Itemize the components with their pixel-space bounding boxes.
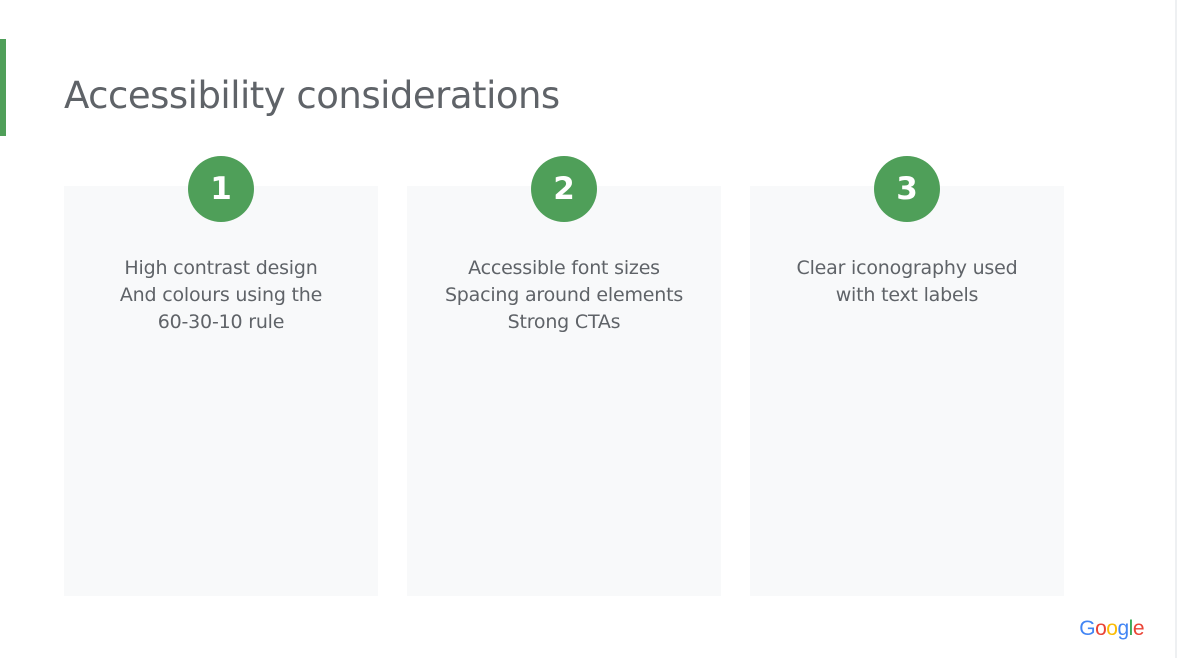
logo-letter: g bbox=[1117, 617, 1129, 640]
card-1-text: High contrast design And colours using t… bbox=[64, 255, 378, 336]
card-2 bbox=[407, 186, 721, 596]
google-logo: Google bbox=[1079, 617, 1144, 641]
card-3-line-1: Clear iconography used bbox=[796, 257, 1018, 279]
number-badge-3: 3 bbox=[874, 156, 940, 222]
logo-letter: e bbox=[1132, 617, 1145, 640]
card-3-line-2: with text labels bbox=[835, 284, 979, 306]
card-2-text: Accessible font sizes Spacing around ele… bbox=[407, 255, 721, 336]
logo-letter: o bbox=[1095, 617, 1107, 640]
logo-letter: o bbox=[1106, 617, 1118, 640]
card-2-line-1: Accessible font sizes bbox=[468, 257, 660, 279]
accent-bar bbox=[0, 39, 6, 136]
card-1 bbox=[64, 186, 378, 596]
slide: Accessibility considerations 1 2 3 High … bbox=[0, 0, 1177, 658]
logo-letter: G bbox=[1079, 617, 1096, 640]
card-1-line-2: And colours using the bbox=[119, 284, 323, 306]
card-2-line-2: Spacing around elements bbox=[444, 284, 684, 306]
number-badge-2: 2 bbox=[531, 156, 597, 222]
card-2-line-3: Strong CTAs bbox=[507, 311, 621, 333]
page-title: Accessibility considerations bbox=[64, 74, 560, 117]
card-3-text: Clear iconography used with text labels bbox=[750, 255, 1064, 309]
card-1-line-1: High contrast design bbox=[124, 257, 318, 279]
card-1-line-3: 60-30-10 rule bbox=[157, 311, 285, 333]
card-3 bbox=[750, 186, 1064, 596]
number-badge-1: 1 bbox=[188, 156, 254, 222]
